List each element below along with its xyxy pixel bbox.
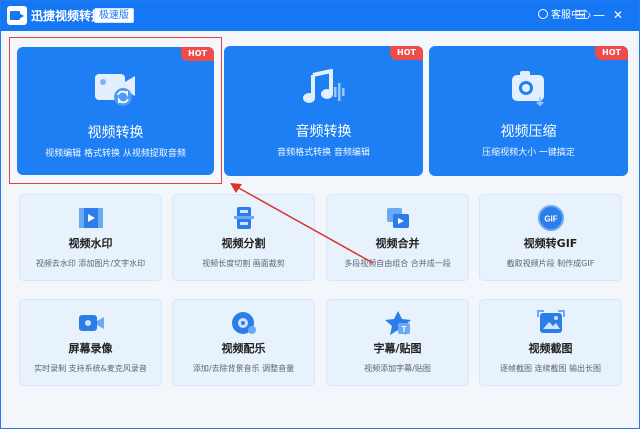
card-split[interactable]: 视频分割 视频长度切割 画面裁剪	[172, 194, 315, 281]
card-title: 视频转GIF	[523, 237, 578, 250]
hot-badge: HOT	[390, 46, 423, 60]
edition-badge: 极速版	[94, 8, 134, 23]
card-title: 视频压缩	[500, 124, 557, 140]
card-subtitle: 视频长度切割 画面裁剪	[202, 259, 285, 268]
svg-text:T: T	[401, 325, 406, 334]
card-screenshot[interactable]: 视频截图 逐帧截图 连续截图 输出长图	[479, 299, 622, 386]
card-subtitle-sticker[interactable]: T 字幕/贴图 视频添加字幕/贴图	[326, 299, 469, 386]
card-music[interactable]: 视频配乐 添加/去除背景音乐 调整音量	[172, 299, 315, 386]
card-subtitle: 逐帧截图 连续截图 输出长图	[499, 364, 602, 373]
subtitle-icon: T	[384, 311, 411, 335]
card-title: 屏幕录像	[68, 342, 113, 355]
video-compress-icon	[511, 71, 544, 107]
svg-text:GIF: GIF	[544, 215, 557, 224]
gif-icon: GIF	[537, 205, 564, 231]
audio-convert-icon	[302, 69, 344, 103]
card-title: 视频截图	[528, 342, 573, 355]
hot-badge: HOT	[595, 46, 628, 60]
card-title: 视频水印	[68, 237, 113, 250]
card-subtitle: 添加/去除背景音乐 调整音量	[192, 364, 295, 373]
watermark-icon	[78, 208, 103, 228]
title-bar: 迅捷视频转换器 极速版 客服中心 ☰ — ✕	[1, 1, 639, 31]
card-screen-record[interactable]: 屏幕录像 实时录制 支持系统&麦克风录音	[19, 299, 162, 386]
card-subtitle: 音频格式转换 音频编辑	[277, 148, 370, 158]
screenshot-icon	[536, 310, 565, 333]
merge-icon	[386, 208, 409, 228]
music-icon	[231, 312, 256, 334]
minimize-icon[interactable]: —	[592, 6, 606, 24]
card-subtitle: 视频添加字幕/贴图	[364, 364, 431, 373]
card-title: 视频配乐	[221, 342, 266, 355]
card-subtitle: 截取视频片段 制作成GIF	[506, 259, 595, 268]
card-watermark[interactable]: 视频水印 视频去水印 添加图片/文字水印	[19, 194, 162, 281]
card-title: 视频合并	[375, 237, 420, 250]
card-video-compress[interactable]: HOT 视频压缩 压缩视频大小 一键搞定	[429, 46, 628, 176]
card-subtitle: 视频去水印 添加图片/文字水印	[35, 259, 146, 268]
card-title: 视频分割	[221, 237, 266, 250]
card-subtitle: 压缩视频大小 一键搞定	[482, 148, 575, 158]
app-window: 迅捷视频转换器 极速版 客服中心 ☰ — ✕ HOT 视频转换 视频编辑 格式转…	[0, 0, 640, 429]
screen-record-icon	[78, 315, 104, 331]
close-icon[interactable]: ✕	[611, 6, 625, 24]
app-logo-icon	[7, 6, 27, 25]
card-gif[interactable]: GIF 视频转GIF 截取视频片段 制作成GIF	[479, 194, 622, 281]
split-icon	[233, 207, 254, 229]
annotation-highlight-box	[9, 37, 222, 184]
menu-icon[interactable]: ☰	[574, 6, 588, 24]
card-audio-convert[interactable]: HOT 音频转换 音频格式转换 音频编辑	[224, 46, 423, 176]
card-subtitle: 多段视频自由组合 合并成一段	[344, 259, 451, 268]
support-icon	[538, 9, 548, 19]
card-title: 音频转换	[295, 124, 352, 140]
card-subtitle: 实时录制 支持系统&麦克风录音	[34, 364, 147, 373]
card-title: 字幕/贴图	[373, 342, 422, 355]
card-merge[interactable]: 视频合并 多段视频自由组合 合并成一段	[326, 194, 469, 281]
